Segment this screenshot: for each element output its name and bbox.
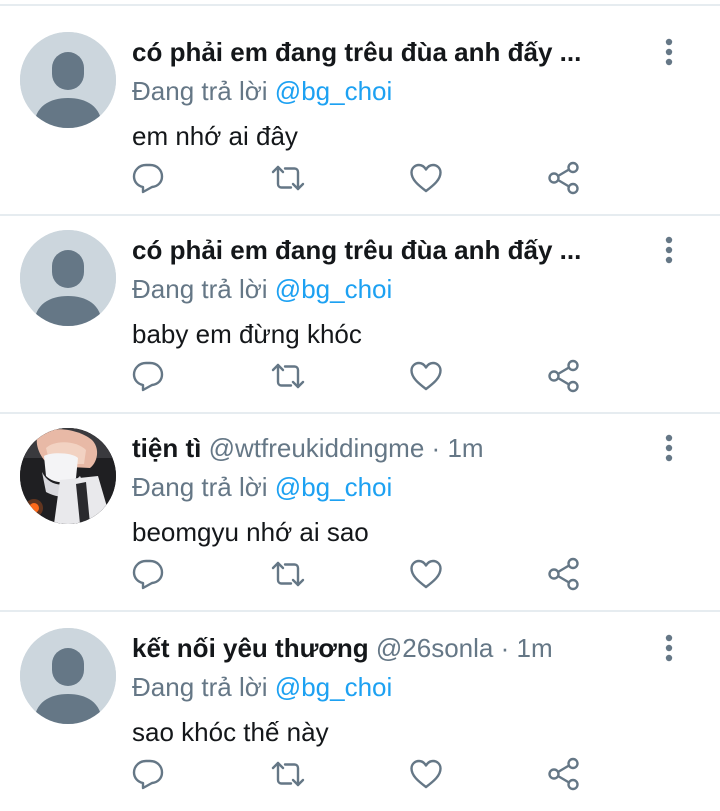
timestamp[interactable]: 1m — [447, 433, 483, 463]
share-icon[interactable] — [546, 160, 582, 196]
like-icon[interactable] — [408, 160, 444, 196]
like-icon[interactable] — [408, 556, 444, 592]
tweet-text: beomgyu nhớ ai sao — [132, 517, 369, 547]
reply-icon[interactable] — [130, 160, 166, 196]
retweet-icon[interactable] — [270, 358, 306, 394]
default-avatar-icon[interactable] — [20, 32, 116, 128]
reply-mention[interactable]: @bg_choi — [275, 672, 392, 702]
reply-feed: có phải em đang trêu đùa anh đấy ... Đan… — [0, 0, 720, 811]
display-name[interactable]: có phải em đang trêu đùa anh đấy ... — [132, 235, 581, 265]
more-options-icon[interactable] — [654, 630, 684, 670]
photo-avatar[interactable] — [20, 428, 116, 524]
tweet-header: kết nối yêu thương @26sonla · 1m — [132, 628, 642, 668]
timestamp[interactable]: 1m — [517, 633, 553, 663]
more-options-icon[interactable] — [654, 34, 684, 74]
more-options-icon[interactable] — [654, 232, 684, 272]
display-name[interactable]: tiện tì — [132, 433, 201, 463]
display-name[interactable]: kết nối yêu thương — [132, 633, 369, 663]
like-icon[interactable] — [408, 358, 444, 394]
reply-icon[interactable] — [130, 358, 166, 394]
tweet-text: sao khóc thế này — [132, 717, 329, 747]
tweet-actions — [0, 756, 720, 792]
tweet-text: baby em đừng khóc — [132, 319, 362, 349]
tweet-header: có phải em đang trêu đùa anh đấy ... — [132, 32, 642, 72]
retweet-icon[interactable] — [270, 160, 306, 196]
share-icon[interactable] — [546, 756, 582, 792]
share-icon[interactable] — [546, 556, 582, 592]
separator-dot: · — [500, 633, 510, 663]
reply-mention[interactable]: @bg_choi — [275, 274, 392, 304]
tweet-actions — [0, 160, 720, 196]
tweet[interactable]: có phải em đang trêu đùa anh đấy ... Đan… — [0, 206, 720, 414]
tweet[interactable]: có phải em đang trêu đùa anh đấy ... Đan… — [0, 8, 720, 214]
reply-prefix: Đang trả lời — [132, 76, 268, 106]
user-handle[interactable]: @wtfreukiddingme — [209, 433, 425, 463]
tweet-actions — [0, 556, 720, 592]
retweet-icon[interactable] — [270, 756, 306, 792]
tweet-actions — [0, 358, 720, 394]
divider — [0, 4, 720, 6]
tweet[interactable]: kết nối yêu thương @26sonla · 1m Đang tr… — [0, 604, 720, 811]
like-icon[interactable] — [408, 756, 444, 792]
replying-to: Đang trả lời @bg_choi — [132, 270, 392, 308]
replying-to: Đang trả lời @bg_choi — [132, 468, 392, 506]
default-avatar-icon[interactable] — [20, 628, 116, 724]
reply-prefix: Đang trả lời — [132, 672, 268, 702]
user-handle[interactable]: @26sonla — [376, 633, 493, 663]
reply-prefix: Đang trả lời — [132, 274, 268, 304]
reply-prefix: Đang trả lời — [132, 472, 268, 502]
display-name[interactable]: có phải em đang trêu đùa anh đấy ... — [132, 37, 581, 67]
reply-icon[interactable] — [130, 556, 166, 592]
more-options-icon[interactable] — [654, 430, 684, 470]
tweet[interactable]: tiện tì @wtfreukiddingme · 1m Đang trả l… — [0, 404, 720, 612]
tweet-header: có phải em đang trêu đùa anh đấy ... — [132, 230, 642, 270]
share-icon[interactable] — [546, 358, 582, 394]
tweet-header: tiện tì @wtfreukiddingme · 1m — [132, 428, 642, 468]
retweet-icon[interactable] — [270, 556, 306, 592]
reply-icon[interactable] — [130, 756, 166, 792]
separator-dot: · — [431, 433, 441, 463]
default-avatar-icon[interactable] — [20, 230, 116, 326]
replying-to: Đang trả lời @bg_choi — [132, 668, 392, 706]
replying-to: Đang trả lời @bg_choi — [132, 72, 392, 110]
tweet-text: em nhớ ai đây — [132, 121, 298, 151]
reply-mention[interactable]: @bg_choi — [275, 472, 392, 502]
reply-mention[interactable]: @bg_choi — [275, 76, 392, 106]
